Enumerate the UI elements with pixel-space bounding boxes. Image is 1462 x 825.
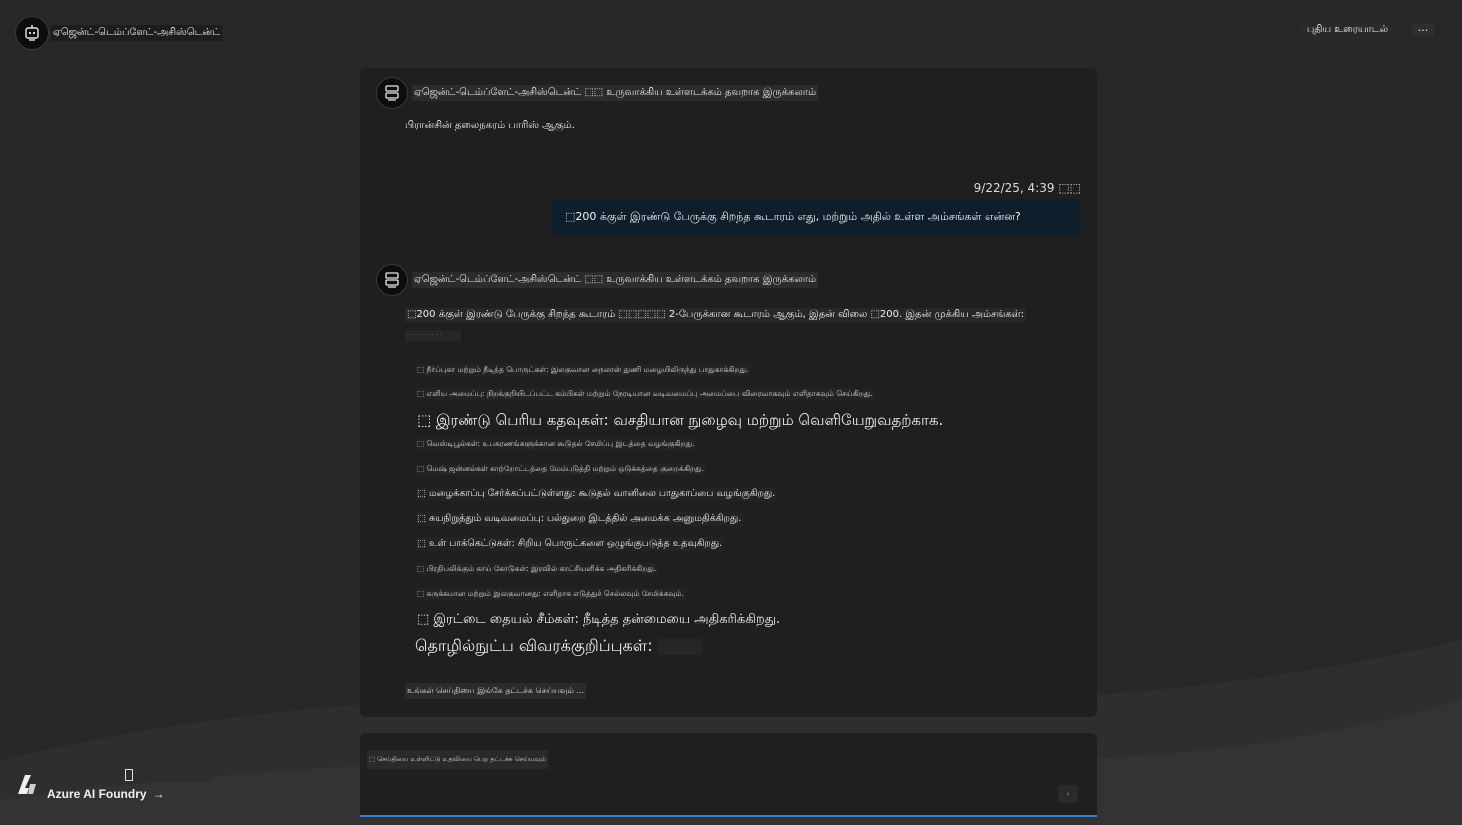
feature-item: ⬚ நீர்ப்புகா மற்றும் நீடித்த பொருட்கள்: …	[415, 364, 751, 376]
feature-item: ⬚ எளிய அமைப்பு: நிறக்குறியிடப்பட்ட கம்பி…	[415, 388, 875, 400]
bot-avatar-icon	[15, 16, 49, 50]
azure-ai-foundry-label: Azure AI Foundry	[47, 787, 147, 801]
bot-avatar-icon	[376, 264, 408, 296]
header-actions: புதிய உரையாடல் ...	[1302, 22, 1434, 38]
typing-hint: உங்கள் செய்தியை இங்கே தட்டச்சு செய்யவும்…	[405, 683, 587, 699]
feature-item: ⬚ சுருக்கமான மற்றும் இலகுவானது: எளிதாக எ…	[415, 588, 686, 600]
message-composer[interactable]: ⬚ செய்தியை உள்ளிட்டு உதவியை பெற தட்டச்சு…	[360, 733, 1097, 817]
feature-item: ⬚ உள் பாக்கெட்டுகள்: சிறிய பொருட்களை ஒழு…	[415, 537, 725, 551]
chat-panel: ஏஜென்ட்-டெம்ப்ளேட்-அசிஸ்டென்ட் ⬚⬚ உருவாக…	[360, 68, 1097, 717]
azure-foundry-logo-icon	[18, 775, 36, 794]
feature-item: ⬚ மழைக்காப்பு சேர்க்கப்பட்டுள்ளது: கூடுத…	[415, 487, 778, 501]
bot-answer-faint-line: · · · · · · · · · ·	[405, 330, 461, 342]
feature-item: ⬚ பிரதிபலிக்கும் காய் கோடுகள்: இரவில் கா…	[415, 563, 659, 575]
footer-placeholder-box	[47, 767, 211, 782]
message-timestamp: 9/22/25, 4:39 ⬚⬚	[973, 181, 1081, 195]
tech-specs-label: தொழில்நுட்ப விவரக்குறிப்புகள்:	[415, 636, 653, 655]
user-message-text: ⬚200 க்குள் இரண்டு பேருக்கு சிறந்த கூடார…	[565, 209, 1021, 223]
app-header: ஏஜென்ட்-டெம்ப்ளேட்-அசிஸ்டென்ட்	[15, 16, 223, 50]
bot-name-label: ஏஜென்ட்-டெம்ப்ளேட்-அசிஸ்டென்ட் ⬚⬚ உருவாக…	[412, 272, 819, 288]
bot-answer-intro: ⬚200 க்குள் இரண்டு பேருக்கு சிறந்த கூடார…	[405, 308, 1027, 322]
more-options-button[interactable]: ...	[1412, 22, 1434, 36]
feature-item: ⬚ சுயநிறுத்தும் வடிவமைப்பு: பல்துறை இடத்…	[415, 512, 744, 526]
page-root: ஏஜென்ட்-டெம்ப்ளேட்-அசிஸ்டென்ட் புதிய உரை…	[0, 0, 1462, 825]
bot-message-header: ஏஜென்ட்-டெம்ப்ளேட்-அசிஸ்டென்ட் ⬚⬚ உருவாக…	[376, 264, 819, 296]
placeholder-glyph-icon	[125, 768, 133, 781]
message-input[interactable]: ⬚ செய்தியை உள்ளிட்டு உதவியை பெற தட்டச்சு…	[367, 750, 548, 769]
feature-item: ⬚ இரண்டு பெரிய கதவுகள்: வசதியான நுழைவு ம…	[417, 411, 944, 429]
new-chat-button[interactable]: புதிய உரையாடல்	[1302, 22, 1392, 38]
tech-specs-placeholder	[656, 638, 703, 655]
send-button[interactable]: ›	[1058, 785, 1078, 803]
bot-avatar-icon	[376, 77, 408, 109]
user-message-bubble: ⬚200 க்குள் இரண்டு பேருக்கு சிறந்த கூடார…	[551, 199, 1081, 235]
bot-message-header: ஏஜென்ட்-டெம்ப்ளேட்-அசிஸ்டென்ட் ⬚⬚ உருவாக…	[376, 77, 819, 109]
bot-name-label: ஏஜென்ட்-டெம்ப்ளேட்-அசிஸ்டென்ட் ⬚⬚ உருவாக…	[412, 85, 819, 101]
feature-item: ⬚ மெஷ் ஜன்னல்கள் காற்றோட்டத்தை மேம்படுத்…	[415, 463, 706, 475]
app-title: ஏஜென்ட்-டெம்ப்ளேட்-அசிஸ்டென்ட்	[51, 25, 223, 41]
feature-item: ⬚ இரட்டை தையல் சீம்கள்: நீடித்த தன்மையை …	[417, 612, 781, 627]
bot-message-text: பிரான்சின் தலைநகரம் பாரிஸ் ஆகும்.	[405, 120, 575, 131]
azure-ai-foundry-link[interactable]: Azure AI Foundry →	[47, 787, 165, 801]
feature-item: ⬚ வெஸ்டிபூல்கள்: உபகரணங்களுக்கான கூடுதல்…	[415, 438, 697, 450]
tech-specs-heading: தொழில்நுட்ப விவரக்குறிப்புகள்:	[415, 636, 703, 657]
arrow-right-icon: →	[152, 787, 165, 801]
